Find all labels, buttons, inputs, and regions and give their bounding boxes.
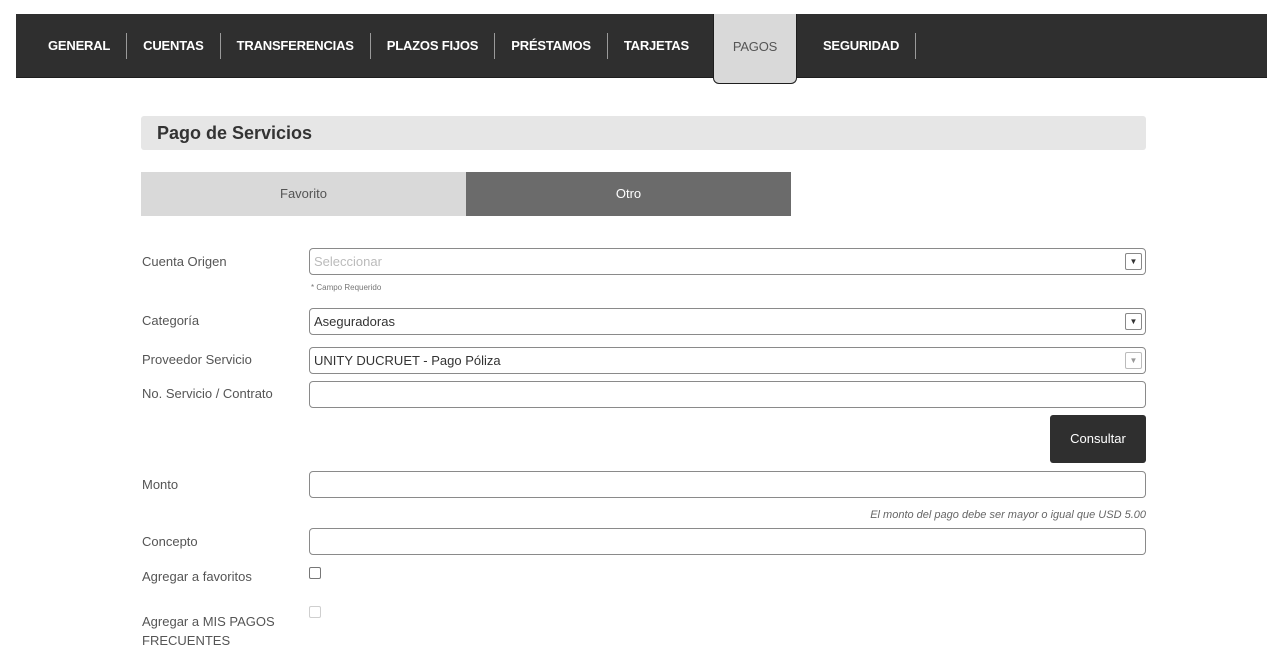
cuenta-origen-label: Cuenta Origen: [142, 254, 227, 269]
categoria-label: Categoría: [142, 313, 200, 328]
concepto-label: Concepto: [142, 534, 198, 549]
cuenta-origen-select[interactable]: Seleccionar ▼: [309, 248, 1146, 275]
mis-pagos-label-line2: FRECUENTES: [142, 633, 231, 648]
nav-item-transferencias[interactable]: TRANSFERENCIAS: [221, 32, 371, 59]
tab-otro[interactable]: Otro: [466, 172, 791, 216]
monto-label: Monto: [142, 477, 179, 492]
page-title: Pago de Servicios: [141, 116, 1146, 150]
categoria-select[interactable]: Aseguradoras ▼: [309, 308, 1146, 335]
nav-item-seguridad[interactable]: SEGURIDAD: [807, 32, 917, 59]
proveedor-label: Proveedor Servicio: [142, 352, 252, 367]
no-servicio-label: No. Servicio / Contrato: [142, 386, 273, 401]
cuenta-origen-placeholder: Seleccionar: [314, 254, 382, 269]
monto-note: El monto del pago debe ser mayor o igual…: [870, 509, 1146, 521]
payment-type-toggle: Favorito Otro: [141, 172, 791, 216]
nav-item-prestamos[interactable]: PRÉSTAMOS: [495, 32, 608, 59]
mis-pagos-checkbox[interactable]: [309, 606, 321, 618]
mis-pagos-label: Agregar a MIS PAGOS FRECUENTES: [142, 612, 275, 650]
proveedor-select[interactable]: UNITY DUCRUET - Pago Póliza ▼: [309, 347, 1146, 374]
agregar-favoritos-label: Agregar a favoritos: [142, 569, 252, 584]
nav-item-general[interactable]: GENERAL: [16, 32, 128, 59]
caret-down-icon[interactable]: ▼: [1125, 352, 1142, 369]
monto-input[interactable]: [309, 471, 1146, 498]
consultar-button[interactable]: Consultar: [1050, 415, 1146, 463]
nav-item-cuentas[interactable]: CUENTAS: [127, 32, 221, 59]
agregar-favoritos-checkbox[interactable]: [309, 567, 321, 579]
proveedor-value: UNITY DUCRUET - Pago Póliza: [314, 353, 501, 368]
nav-item-plazos-fijos[interactable]: PLAZOS FIJOS: [371, 32, 496, 59]
concepto-input[interactable]: [309, 528, 1146, 555]
caret-down-icon[interactable]: ▼: [1125, 253, 1142, 270]
nav-item-pagos[interactable]: PAGOS: [712, 14, 797, 84]
mis-pagos-label-line1: Agregar a MIS PAGOS: [142, 614, 275, 629]
required-hint: * Campo Requerido: [311, 283, 382, 292]
caret-down-icon[interactable]: ▼: [1125, 313, 1142, 330]
nav-item-tarjetas[interactable]: TARJETAS: [608, 33, 705, 59]
tab-favorito[interactable]: Favorito: [141, 172, 466, 216]
top-nav: GENERAL CUENTAS TRANSFERENCIAS PLAZOS FI…: [16, 14, 1267, 84]
no-servicio-input[interactable]: [309, 381, 1146, 408]
categoria-value: Aseguradoras: [314, 314, 395, 329]
